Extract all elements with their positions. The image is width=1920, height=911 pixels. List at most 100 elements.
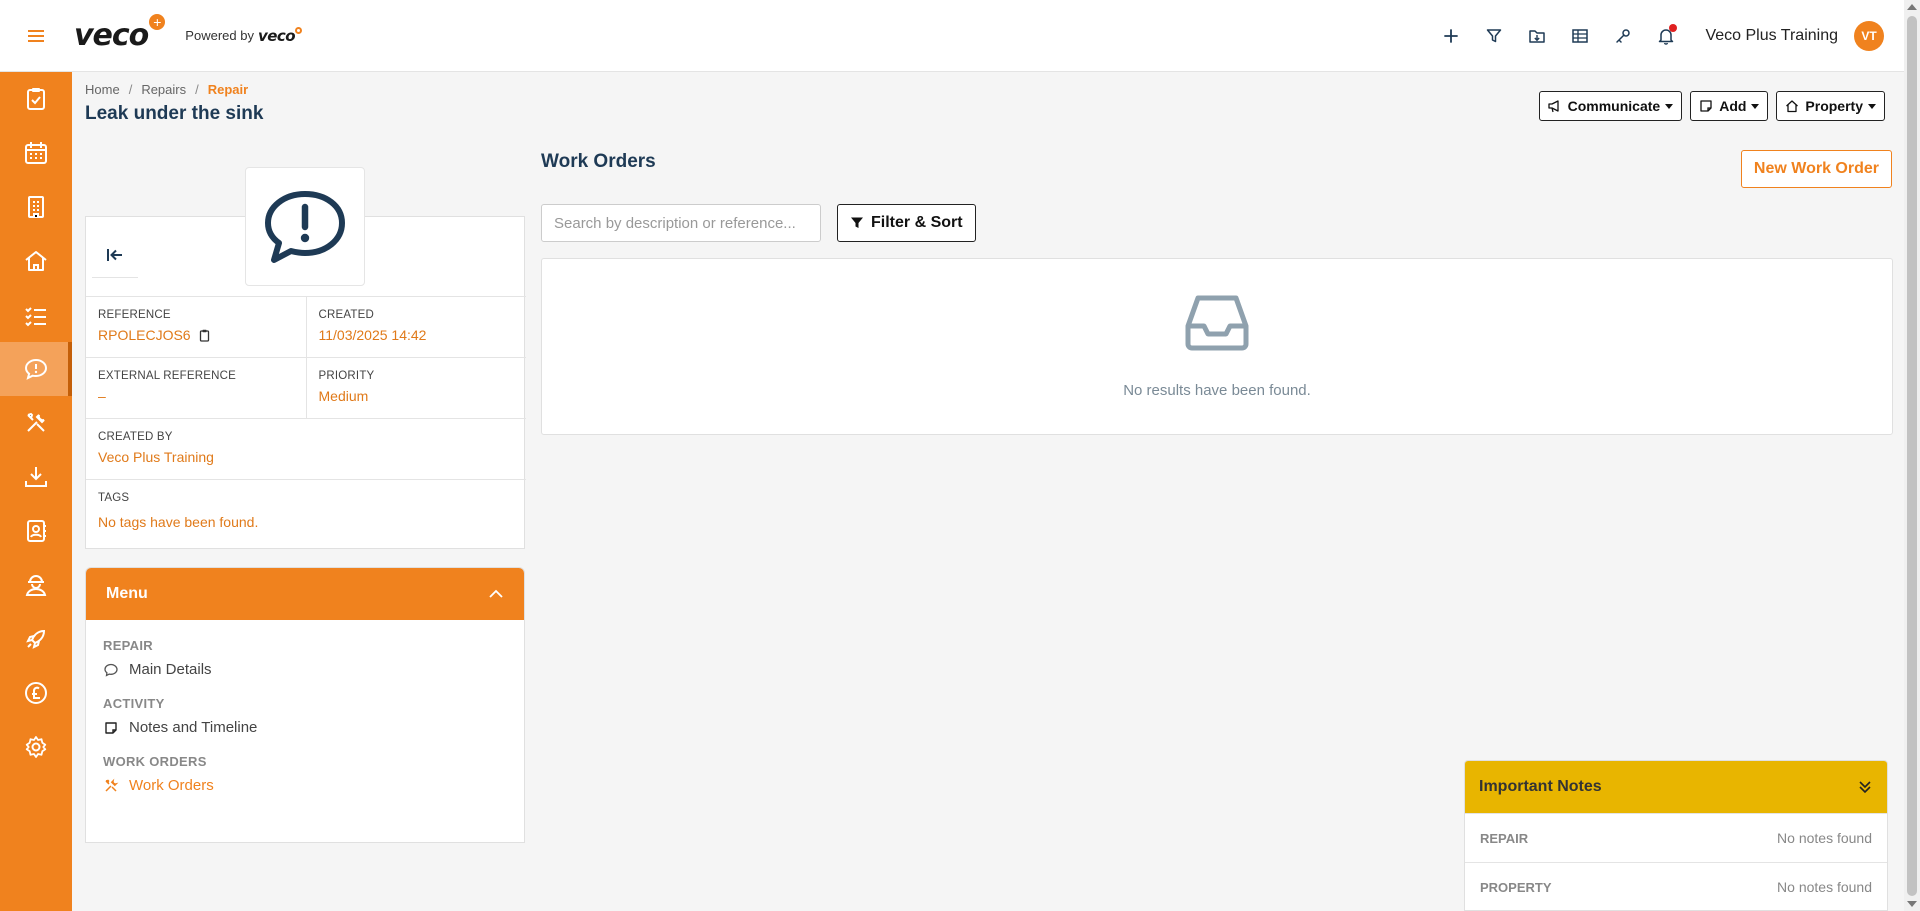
house-icon	[1786, 100, 1799, 113]
menu-section-work-orders: WORK ORDERS	[103, 754, 207, 769]
avatar[interactable]: VT	[1854, 21, 1884, 51]
notes-row-property: PROPERTY No notes found	[1465, 862, 1887, 910]
bell-icon[interactable]	[1647, 17, 1685, 55]
breadcrumb-current: Repair	[207, 82, 249, 97]
tags-value: No tags have been found.	[98, 514, 259, 530]
sidebar	[0, 72, 72, 911]
property-dropdown-button[interactable]: Property	[1776, 91, 1885, 121]
page-title: Leak under the sink	[85, 103, 264, 124]
calendar-icon	[25, 142, 47, 164]
sidebar-item-calendar[interactable]	[0, 126, 72, 180]
work-orders-search-input[interactable]	[541, 204, 821, 242]
sidebar-item-finance[interactable]	[0, 666, 72, 720]
reference-field: REFERENCE RPOLECJOS6	[86, 297, 306, 357]
sidebar-item-tasks[interactable]	[0, 72, 72, 126]
scroll-up-arrow-icon[interactable]	[1907, 4, 1917, 10]
communicate-dropdown-button[interactable]: Communicate	[1538, 91, 1683, 121]
created-by-field: CREATED BY Veco Plus Training	[86, 419, 526, 479]
sidebar-item-contacts[interactable]	[0, 504, 72, 558]
new-work-order-button[interactable]: New Work Order	[1740, 150, 1892, 188]
download-tray-icon	[25, 467, 47, 487]
external-reference-field: EXTERNAL REFERENCE –	[86, 358, 306, 418]
tags-field: TAGS No tags have been found.	[86, 480, 526, 549]
sidebar-item-buildings[interactable]	[0, 180, 72, 234]
folder-download-icon[interactable]	[1518, 17, 1556, 55]
breadcrumb-home[interactable]: Home	[85, 82, 120, 97]
filter-icon	[851, 217, 863, 228]
building-icon	[28, 196, 44, 218]
breadcrumb-repairs[interactable]: Repairs	[141, 82, 186, 97]
tools-icon	[27, 412, 45, 432]
top-bar: veco + Powered by veco Veco Plus Training…	[0, 0, 1904, 72]
important-notes-card: Important Notes REPAIR No notes found PR…	[1464, 760, 1888, 911]
table-icon[interactable]	[1561, 17, 1599, 55]
tools-icon	[105, 778, 119, 792]
filter-sort-button[interactable]: Filter & Sort	[837, 204, 976, 242]
pound-icon	[25, 682, 47, 704]
work-orders-results: No results have been found.	[541, 258, 1893, 435]
caret-down-icon	[1665, 103, 1674, 109]
priority-field: PRIORITY Medium	[305, 358, 527, 418]
repair-info-grid: REFERENCE RPOLECJOS6 CREATED 11/03/2025 …	[86, 296, 526, 549]
chevron-up-icon	[489, 589, 503, 598]
arrow-collapse-left-icon	[107, 248, 122, 261]
created-field: CREATED 11/03/2025 14:42	[305, 297, 527, 357]
caret-down-icon	[1751, 103, 1760, 109]
header-buttons: Communicate Add Property	[1531, 91, 1885, 121]
gear-icon	[25, 736, 47, 758]
plus-icon[interactable]	[1432, 17, 1470, 55]
veco-plus-logo[interactable]: veco +	[74, 13, 166, 53]
note-icon	[1700, 100, 1712, 112]
menu-item-notes-timeline[interactable]: Notes and Timeline	[103, 719, 507, 736]
sidebar-item-downloads[interactable]	[0, 450, 72, 504]
user-name[interactable]: Veco Plus Training	[1705, 27, 1838, 45]
notes-row-repair: REPAIR No notes found	[1465, 813, 1887, 862]
created-by-value[interactable]: Veco Plus Training	[98, 449, 514, 465]
breadcrumb: Home / Repairs / Repair	[85, 82, 249, 97]
important-notes-header[interactable]: Important Notes	[1465, 761, 1887, 813]
hamburger-menu-icon[interactable]	[0, 0, 72, 72]
sidebar-item-launch[interactable]	[0, 612, 72, 666]
scroll-down-arrow-icon[interactable]	[1907, 901, 1917, 907]
powered-by-label: Powered by	[185, 28, 254, 43]
sidebar-item-repairs[interactable]	[0, 342, 72, 396]
menu-item-main-details[interactable]: Main Details	[103, 661, 507, 678]
menu-header[interactable]: Menu	[86, 568, 524, 620]
empty-results-text: No results have been found.	[1123, 382, 1311, 399]
inbox-icon	[1185, 295, 1249, 351]
sidebar-item-work-orders[interactable]	[0, 396, 72, 450]
copy-clipboard-icon[interactable]	[198, 329, 211, 342]
notification-dot	[1669, 24, 1678, 32]
message-alert-icon	[265, 190, 345, 263]
powered-by: Powered by veco	[185, 26, 303, 45]
sidebar-item-checklists[interactable]	[0, 288, 72, 342]
sidebar-item-settings[interactable]	[0, 720, 72, 774]
message-icon	[104, 663, 118, 677]
message-alert-icon	[24, 358, 48, 380]
key-icon[interactable]	[1604, 17, 1642, 55]
page-scrollbar[interactable]	[1904, 0, 1920, 911]
external-reference-value: –	[98, 388, 106, 404]
created-value: 11/03/2025 14:42	[318, 327, 427, 343]
powered-by-logo: veco	[258, 26, 303, 45]
top-actions: Veco Plus Training VT	[1427, 0, 1884, 72]
sidebar-item-properties[interactable]	[0, 234, 72, 288]
sidebar-item-contractors[interactable]	[0, 558, 72, 612]
menu-section-repair: REPAIR	[103, 638, 153, 653]
priority-value: Medium	[318, 388, 369, 404]
work-orders-title: Work Orders	[541, 151, 656, 172]
menu-item-work-orders[interactable]: Work Orders	[103, 777, 507, 794]
caret-down-icon	[1868, 103, 1876, 109]
important-notes-title: Important Notes	[1479, 778, 1602, 795]
scroll-thumb[interactable]	[1907, 16, 1917, 896]
menu-section-activity: ACTIVITY	[103, 696, 165, 711]
filter-icon[interactable]	[1475, 17, 1513, 55]
chevron-double-down-icon	[1859, 781, 1871, 794]
contact-book-icon	[27, 520, 46, 542]
add-dropdown-button[interactable]: Add	[1690, 91, 1769, 121]
rocket-icon	[26, 629, 46, 649]
menu-title: Menu	[106, 585, 148, 602]
reference-value: RPOLECJOS6	[98, 327, 191, 343]
collapse-panel-button[interactable]	[92, 232, 138, 278]
clipboard-check-icon	[27, 88, 45, 110]
